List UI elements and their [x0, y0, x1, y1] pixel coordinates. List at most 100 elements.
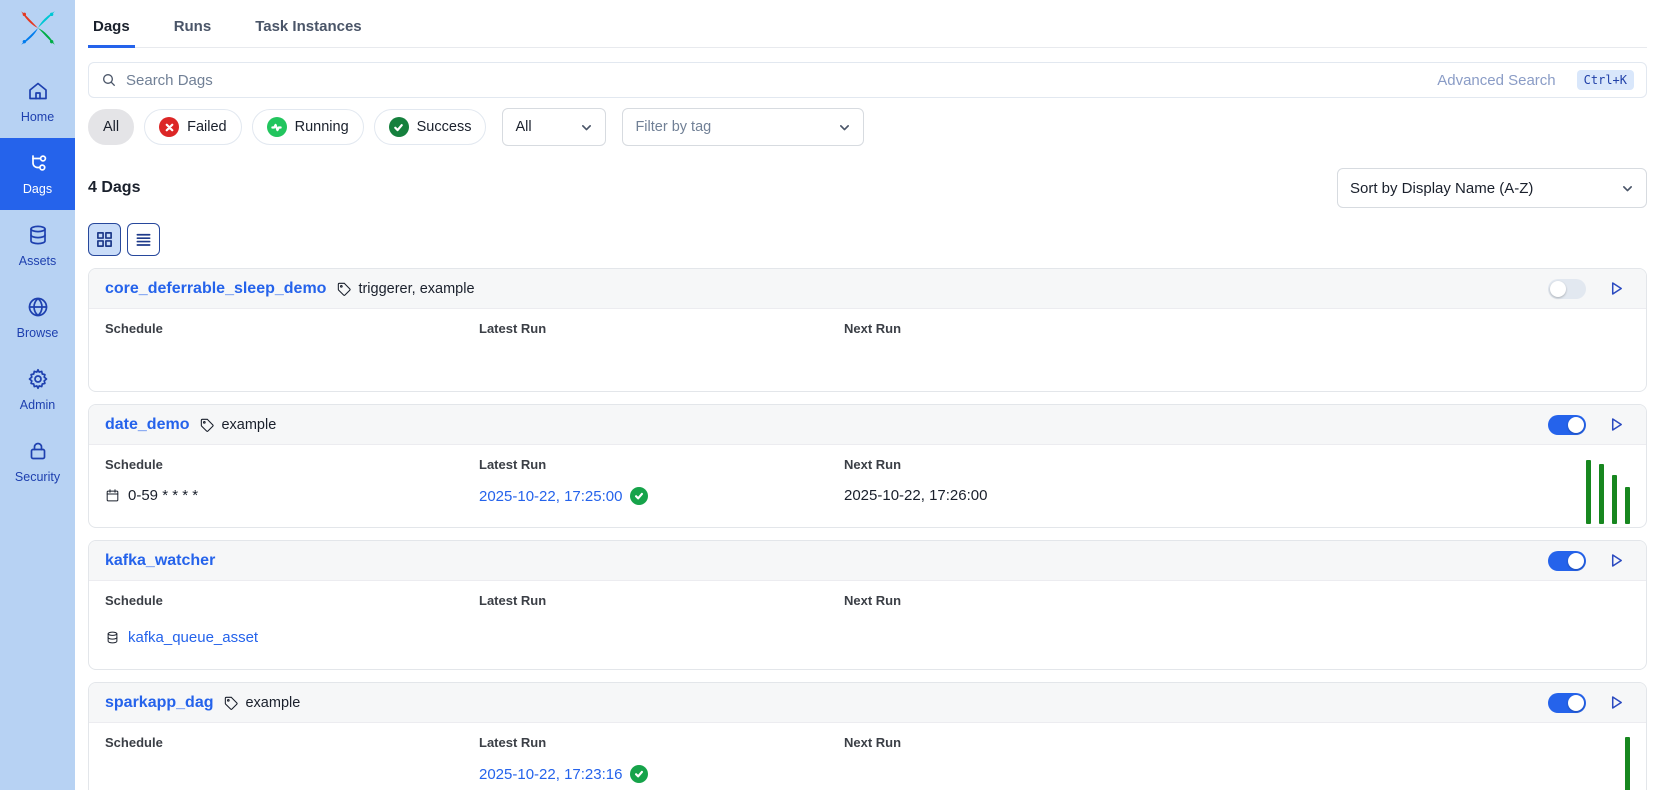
schedule-column: Schedule	[105, 735, 479, 790]
success-icon	[389, 117, 409, 137]
play-icon	[1608, 280, 1625, 297]
list-icon	[135, 231, 152, 248]
sort-select[interactable]: Sort by Display Name (A-Z)	[1337, 168, 1647, 208]
trigger-dag-button[interactable]	[1606, 551, 1626, 571]
dag-enable-toggle[interactable]	[1548, 415, 1586, 435]
state-chip-success[interactable]: Success	[374, 109, 487, 145]
run-bar[interactable]	[1612, 475, 1617, 524]
next-run-value: 2025-10-22, 17:26:00	[844, 487, 1630, 504]
dag-name-link[interactable]: sparkapp_dag	[105, 694, 213, 712]
paused-filter-select[interactable]: All	[502, 108, 606, 146]
dag-icon	[26, 151, 50, 175]
sidebar-item-label: Browse	[17, 326, 59, 340]
recent-runs-bar-chart	[1625, 737, 1630, 790]
toggle-knob	[1550, 281, 1566, 297]
sidebar-item-label: Dags	[23, 182, 52, 196]
list-view-button[interactable]	[127, 223, 160, 256]
asset-link[interactable]: kafka_queue_asset	[128, 629, 258, 646]
latest-run-value: 2025-10-22, 17:25:00	[479, 487, 844, 505]
dag-card-body: Schedule Latest Run 2025-10-22, 17:23:16…	[89, 723, 1646, 790]
sidebar-item-browse[interactable]: Browse	[0, 282, 75, 354]
dag-enable-toggle[interactable]	[1548, 279, 1586, 299]
sidebar-item-security[interactable]: Security	[0, 426, 75, 498]
sidebar-item-label: Security	[15, 470, 60, 484]
chip-label: Success	[417, 119, 472, 135]
run-bar[interactable]	[1625, 487, 1630, 524]
globe-icon	[26, 295, 50, 319]
check-icon	[634, 491, 644, 501]
chevron-down-icon	[580, 121, 593, 134]
sidebar-item-dags[interactable]: Dags	[0, 138, 75, 210]
pinwheel-blades	[21, 11, 55, 45]
tag-icon	[336, 281, 352, 297]
sidebar-item-home[interactable]: Home	[0, 66, 75, 138]
dag-card: date_demo example Schedule	[88, 404, 1647, 528]
dag-enable-toggle[interactable]	[1548, 551, 1586, 571]
dag-tags: example	[199, 417, 276, 433]
run-success-badge	[630, 765, 648, 783]
run-bar[interactable]	[1599, 464, 1604, 524]
state-chip-all[interactable]: All	[88, 109, 134, 145]
trigger-dag-button[interactable]	[1606, 279, 1626, 299]
play-icon	[1608, 416, 1625, 433]
latest-run-label: Latest Run	[479, 735, 844, 750]
card-view-button[interactable]	[88, 223, 121, 256]
next-run-label: Next Run	[844, 321, 1630, 336]
sidebar-item-label: Admin	[20, 398, 55, 412]
dag-actions	[1548, 415, 1630, 435]
run-bar[interactable]	[1586, 460, 1591, 524]
latest-run-label: Latest Run	[479, 321, 844, 336]
run-bar[interactable]	[1625, 737, 1630, 790]
state-chip-running[interactable]: Running	[252, 109, 364, 145]
dag-card-body: Schedule kafka_queue_asset Latest Run Ne…	[89, 581, 1646, 669]
tab-task-instances[interactable]: Task Instances	[250, 14, 366, 48]
tab-runs[interactable]: Runs	[169, 14, 217, 48]
latest-run-label: Latest Run	[479, 457, 844, 472]
dag-tags: triggerer, example	[336, 281, 474, 297]
dag-card-body: Schedule 0-59 * * * * Latest Run 2025-10…	[89, 445, 1646, 527]
filter-row: All Failed Running Success All Filter by…	[88, 108, 1647, 146]
sidebar: Home Dags Assets Browse	[0, 0, 75, 790]
latest-run-column: Latest Run 2025-10-22, 17:25:00	[479, 457, 844, 527]
latest-run-column: Latest Run	[479, 321, 844, 391]
dag-tag-text: example	[221, 417, 276, 433]
chip-label: Failed	[187, 119, 227, 135]
play-icon	[1608, 552, 1625, 569]
latest-run-value: 2025-10-22, 17:23:16	[479, 765, 844, 783]
dag-enable-toggle[interactable]	[1548, 693, 1586, 713]
next-run-text: 2025-10-22, 17:26:00	[844, 487, 987, 504]
search-input[interactable]	[126, 72, 1428, 89]
summary-row: 4 Dags Sort by Display Name (A-Z)	[88, 168, 1647, 208]
schedule-label: Schedule	[105, 735, 479, 750]
dag-name-link[interactable]: core_deferrable_sleep_demo	[105, 280, 326, 298]
running-icon	[267, 117, 287, 137]
trigger-dag-button[interactable]	[1606, 693, 1626, 713]
top-tabs: Dags Runs Task Instances	[88, 0, 1647, 48]
failed-icon	[159, 117, 179, 137]
chevron-down-icon	[1621, 182, 1634, 195]
state-chip-failed[interactable]: Failed	[144, 109, 242, 145]
schedule-text: 0-59 * * * *	[128, 487, 198, 504]
tab-dags[interactable]: Dags	[88, 14, 135, 48]
database-icon	[105, 630, 120, 645]
grid-icon	[96, 231, 113, 248]
search-bar: Advanced Search Ctrl+K	[88, 62, 1647, 98]
dag-card-body: Schedule Latest Run Next Run	[89, 309, 1646, 391]
dag-tags: example	[223, 695, 300, 711]
trigger-dag-button[interactable]	[1606, 415, 1626, 435]
airflow-logo[interactable]	[16, 6, 60, 50]
latest-run-link[interactable]: 2025-10-22, 17:25:00	[479, 488, 622, 505]
dag-card-header: kafka_watcher	[89, 541, 1646, 581]
lock-icon	[26, 439, 50, 463]
dag-name-link[interactable]: date_demo	[105, 416, 189, 434]
dag-name-link[interactable]: kafka_watcher	[105, 552, 215, 570]
latest-run-link[interactable]: 2025-10-22, 17:23:16	[479, 766, 622, 783]
run-success-badge	[630, 487, 648, 505]
schedule-column: Schedule kafka_queue_asset	[105, 593, 479, 669]
tag-filter-select[interactable]: Filter by tag	[622, 108, 864, 146]
sidebar-item-admin[interactable]: Admin	[0, 354, 75, 426]
dag-card: kafka_watcher Schedule kafka_queue_asset	[88, 540, 1647, 670]
schedule-label: Schedule	[105, 321, 479, 336]
sidebar-item-assets[interactable]: Assets	[0, 210, 75, 282]
advanced-search-link[interactable]: Advanced Search	[1437, 72, 1555, 89]
